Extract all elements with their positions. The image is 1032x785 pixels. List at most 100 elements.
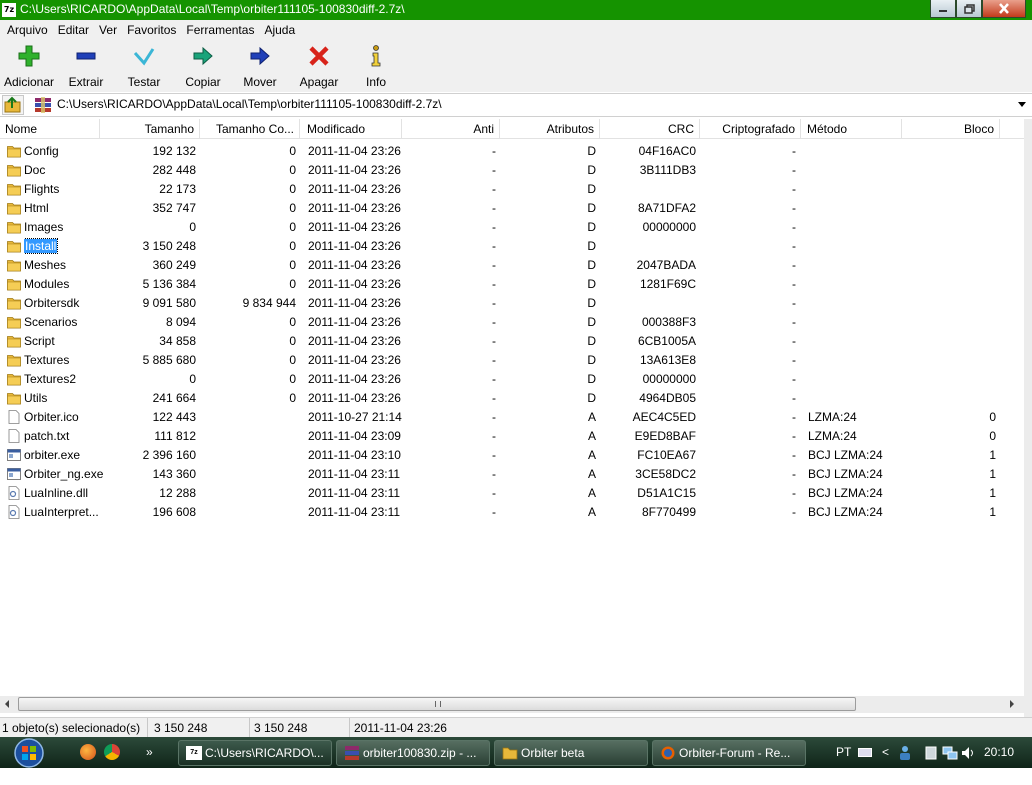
file-packed-size-text: 0: [289, 277, 296, 291]
extract-button[interactable]: Extrair: [66, 44, 106, 90]
taskbar-item-explorer[interactable]: Orbiter beta: [494, 740, 648, 766]
column-header-anti[interactable]: Anti: [400, 119, 500, 139]
minimize-button[interactable]: [930, 0, 956, 18]
table-row[interactable]: Html 352 747 0 2011-11-04 23:26 - D 8A71DFA2 -: [0, 199, 1024, 218]
delete-button[interactable]: Apagar: [298, 44, 340, 90]
table-row[interactable]: Orbiter.ico 122 443 2011-10-27 21:14 - A AEC4…: [0, 408, 1024, 427]
window-title: C:\Users\RICARDO\AppData\Local\Temp\orbi…: [20, 2, 405, 16]
file-name-text: LuaInline.dll: [24, 486, 89, 500]
device-icon[interactable]: [924, 745, 938, 761]
table-row[interactable]: patch.txt 111 812 2011-11-04 23:09 - A E9ED8B…: [0, 427, 1024, 446]
column-header-name[interactable]: Nome: [0, 119, 100, 139]
column-header-modified[interactable]: Modificado: [302, 119, 402, 139]
table-row[interactable]: orbiter.exe 2 396 160 2011-11-04 23:10 - A FC…: [0, 446, 1024, 465]
address-path-input[interactable]: [57, 97, 997, 111]
table-row[interactable]: Install 3 150 248 0 2011-11-04 23:26 - D -: [0, 237, 1024, 256]
parent-folder-button[interactable]: [2, 95, 24, 115]
table-row[interactable]: Modules 5 136 384 0 2011-11-04 23:26 - D 1281F…: [0, 275, 1024, 294]
close-button[interactable]: [982, 0, 1026, 18]
file-crc-text: 8A71DFA2: [637, 201, 696, 215]
file-method: BCJ LZMA:24: [808, 484, 902, 503]
table-row[interactable]: Textures2 0 0 2011-11-04 23:26 - D 00000000 -: [0, 370, 1024, 389]
clock-time[interactable]: 20:10: [984, 737, 1014, 768]
volume-icon[interactable]: [960, 745, 976, 761]
users-icon[interactable]: [898, 745, 912, 761]
menu-ver[interactable]: Ver: [94, 20, 122, 40]
table-row[interactable]: LuaInterpret... 196 608 2011-11-04 23:11 - A…: [0, 503, 1024, 522]
network-icon[interactable]: [942, 745, 958, 761]
move-button[interactable]: Mover: [242, 44, 278, 90]
test-button[interactable]: Testar: [126, 44, 162, 90]
file-size: 352 747: [100, 199, 196, 218]
menu-arquivo[interactable]: Arquivo: [2, 20, 53, 40]
menu-favoritos[interactable]: Favoritos: [122, 20, 181, 40]
info-button[interactable]: Info: [362, 44, 390, 90]
file-anti-text: -: [492, 220, 496, 234]
column-header-encrypted[interactable]: Criptografado: [700, 119, 801, 139]
vertical-scrollbar[interactable]: [1024, 119, 1032, 719]
file-modified: 2011-11-04 23:11: [308, 503, 408, 522]
file-modified-text: 2011-11-04 23:26: [308, 296, 401, 310]
file-crc-text: 13A613E8: [639, 353, 696, 367]
horizontal-scrollbar[interactable]: [0, 696, 1024, 713]
column-header-crc[interactable]: CRC: [600, 119, 700, 139]
menu-editar[interactable]: Editar: [53, 20, 94, 40]
column-header-size[interactable]: Tamanho: [100, 119, 200, 139]
table-row[interactable]: Images 0 0 2011-11-04 23:26 - D 00000000 -: [0, 218, 1024, 237]
file-packed-size: 0: [200, 199, 296, 218]
table-row[interactable]: Utils 241 664 0 2011-11-04 23:26 - D 4964DB05 -: [0, 389, 1024, 408]
scroll-left-arrow-icon[interactable]: [5, 700, 9, 708]
scroll-right-arrow-icon[interactable]: [1010, 700, 1014, 708]
taskbar-item-firefox[interactable]: Orbiter-Forum - Re...: [652, 740, 806, 766]
file-size-text: 5 136 384: [142, 277, 196, 291]
file-anti: -: [400, 389, 496, 408]
taskbar-item-7zip[interactable]: 7z C:\Users\RICARDO\...: [178, 740, 332, 766]
taskbar-item-winrar[interactable]: orbiter100830.zip - ...: [336, 740, 490, 766]
table-row[interactable]: Config 192 132 0 2011-11-04 23:26 - D 04F16AC0…: [0, 142, 1024, 161]
file-method: [808, 313, 902, 332]
table-row[interactable]: Orbiter_ng.exe 143 360 2011-11-04 23:11 - A 3…: [0, 465, 1024, 484]
address-dropdown-arrow-icon[interactable]: [1018, 102, 1026, 107]
column-header-block[interactable]: Bloco: [900, 119, 1000, 139]
copy-button[interactable]: Copiar: [184, 44, 222, 90]
menu-ferramentas[interactable]: Ferramentas: [181, 20, 259, 40]
file-packed-size-text: 0: [289, 220, 296, 234]
file-encrypted: -: [700, 408, 796, 427]
file-crc: 00000000: [600, 370, 696, 389]
table-row[interactable]: Script 34 858 0 2011-11-04 23:26 - D 6CB1005A -: [0, 332, 1024, 351]
table-row[interactable]: Orbitersdk 9 091 580 9 834 944 2011-11-04 2…: [0, 294, 1024, 313]
file-anti: -: [400, 161, 496, 180]
maximize-button[interactable]: [956, 0, 982, 18]
menu-ajuda[interactable]: Ajuda: [259, 20, 300, 40]
start-button[interactable]: [8, 737, 50, 768]
table-row[interactable]: Textures 5 885 680 0 2011-11-04 23:26 - D 13A6…: [0, 351, 1024, 370]
file-crc: 3CE58DC2: [600, 465, 696, 484]
keyboard-icon[interactable]: [858, 748, 872, 757]
file-name-text: Textures: [24, 353, 70, 367]
chrome-quicklaunch-icon[interactable]: [104, 744, 120, 760]
add-button[interactable]: Adicionar: [3, 44, 55, 90]
show-hidden-icons-button[interactable]: <: [882, 737, 889, 768]
table-row[interactable]: Flights 22 173 0 2011-11-04 23:26 - D -: [0, 180, 1024, 199]
quicklaunch-overflow-icon[interactable]: »: [146, 737, 153, 768]
file-encrypted-text: -: [792, 277, 796, 291]
file-anti: -: [400, 237, 496, 256]
column-header-attributes[interactable]: Atributos: [500, 119, 600, 139]
file-anti: -: [400, 256, 496, 275]
language-indicator[interactable]: PT: [836, 737, 851, 768]
file-packed-size: 0: [200, 351, 296, 370]
file-size-text: 143 360: [152, 467, 196, 481]
table-row[interactable]: Doc 282 448 0 2011-11-04 23:26 - D 3B111DB3 -: [0, 161, 1024, 180]
column-header-method[interactable]: Método: [802, 119, 902, 139]
table-row[interactable]: Meshes 360 249 0 2011-11-04 23:26 - D 2047BADA…: [0, 256, 1024, 275]
file-modified-text: 2011-11-04 23:26: [308, 277, 401, 291]
table-row[interactable]: Scenarios 8 094 0 2011-11-04 23:26 - D 000388F…: [0, 313, 1024, 332]
file-anti-text: -: [492, 315, 496, 329]
column-header-packed-size[interactable]: Tamanho Co...: [200, 119, 300, 139]
file-crc-text: 8F770499: [641, 505, 696, 519]
horizontal-scroll-thumb[interactable]: [18, 697, 856, 711]
firefox-quicklaunch-icon[interactable]: [80, 744, 96, 760]
file-name: Config: [24, 142, 104, 161]
file-block: 1: [900, 446, 996, 465]
table-row[interactable]: LuaInline.dll 12 288 2011-11-04 23:11 - A D51…: [0, 484, 1024, 503]
